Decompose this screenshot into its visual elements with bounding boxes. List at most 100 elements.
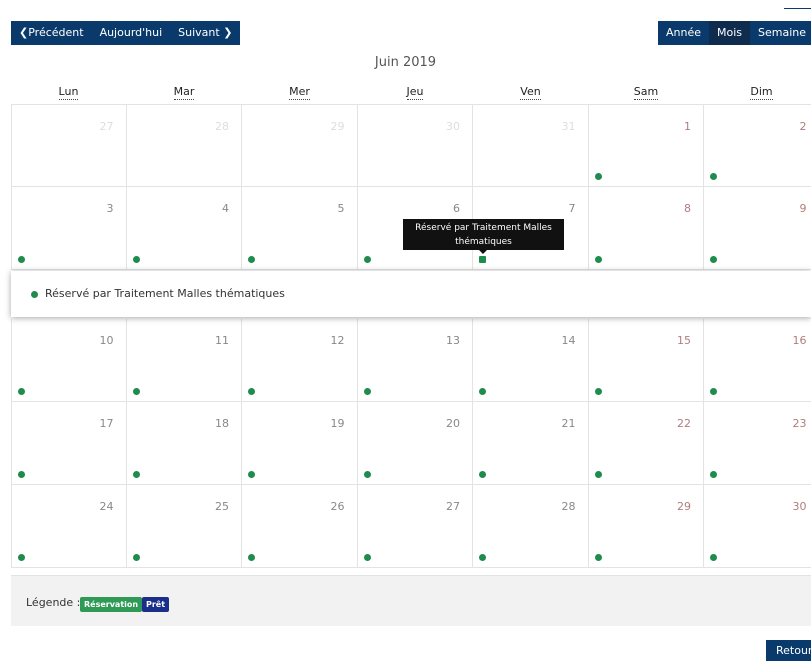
event-dot[interactable] xyxy=(132,471,140,478)
day-cell[interactable]: 30 xyxy=(357,104,473,187)
event-tooltip: Réservé par Traitement Malles thématique… xyxy=(403,219,564,254)
prev-button[interactable]: ❮Précédent xyxy=(11,21,92,45)
day-number: 23 xyxy=(792,417,807,430)
day-number: 3 xyxy=(106,202,114,215)
day-cell[interactable]: 30 xyxy=(704,485,811,568)
day-cell[interactable]: 14 xyxy=(473,319,589,402)
day-cell[interactable]: 28 xyxy=(126,104,242,187)
day-number: 30 xyxy=(446,120,460,133)
next-button[interactable]: Suivant ❯ xyxy=(170,21,240,45)
event-dot[interactable] xyxy=(132,554,140,561)
day-cell[interactable]: 12 xyxy=(242,319,358,402)
event-dot[interactable] xyxy=(710,256,717,263)
day-number: 14 xyxy=(561,334,576,347)
day-cell[interactable]: 28 xyxy=(473,485,589,568)
day-number: 7 xyxy=(568,202,576,215)
day-cell[interactable]: 25 xyxy=(126,485,242,568)
event-dot[interactable] xyxy=(594,388,602,395)
day-number: 5 xyxy=(337,202,345,215)
day-cell[interactable]: 29 xyxy=(588,485,704,568)
day-number: 22 xyxy=(677,417,691,430)
event-dot[interactable] xyxy=(479,256,486,263)
day-cell[interactable]: 27 xyxy=(11,104,127,187)
day-cell[interactable]: 19 xyxy=(242,402,358,485)
event-dot[interactable] xyxy=(363,256,371,263)
retour-button[interactable]: Retour xyxy=(766,640,811,661)
weekday-mer: Mer xyxy=(242,85,357,100)
day-cell[interactable]: 23 xyxy=(704,402,811,485)
event-dot[interactable] xyxy=(594,554,602,561)
day-cell[interactable]: 31 xyxy=(473,104,589,187)
event-dot[interactable] xyxy=(363,554,371,561)
month-view-button[interactable]: Mois xyxy=(709,21,751,45)
event-dot[interactable] xyxy=(18,554,25,561)
day-number: 15 xyxy=(677,334,691,347)
weekday-mar: Mar xyxy=(127,85,242,100)
day-cell[interactable]: 24 xyxy=(11,485,127,568)
day-number: 17 xyxy=(99,417,114,430)
event-dot[interactable] xyxy=(248,388,255,395)
weekday-label: Ven xyxy=(520,85,541,100)
day-cell[interactable]: 1 xyxy=(588,104,704,187)
day-cell[interactable]: 18 xyxy=(126,402,242,485)
event-dot[interactable] xyxy=(710,173,717,180)
day-cell[interactable]: 5 xyxy=(242,187,358,270)
day-cell[interactable]: 10 xyxy=(11,319,127,402)
event-dot[interactable] xyxy=(18,471,25,478)
event-dot[interactable] xyxy=(132,256,140,263)
event-dot xyxy=(31,291,38,298)
day-cell[interactable]: 4 xyxy=(126,187,242,270)
day-cell[interactable]: 9 xyxy=(704,187,811,270)
event-dot[interactable] xyxy=(479,388,486,395)
weekday-label: Mar xyxy=(173,85,195,100)
event-dot[interactable] xyxy=(363,388,371,395)
day-number: 20 xyxy=(446,417,460,430)
event-dot[interactable] xyxy=(479,471,486,478)
year-view-button[interactable]: Année xyxy=(658,21,709,45)
day-cell[interactable]: 17 xyxy=(11,402,127,485)
event-dot[interactable] xyxy=(248,554,255,561)
day-cell[interactable]: 27 xyxy=(357,485,473,568)
weekday-label: Mer xyxy=(289,85,310,100)
weekday-jeu: Jeu xyxy=(358,85,473,100)
day-cell[interactable]: 8 xyxy=(588,187,704,270)
day-cell[interactable]: 20 xyxy=(357,402,473,485)
view-button-group: Année Mois Semaine xyxy=(658,21,811,45)
day-number: 13 xyxy=(446,334,460,347)
day-number: 28 xyxy=(561,500,576,513)
today-button[interactable]: Aujourd'hui xyxy=(92,21,171,45)
tooltip-line-2: thématiques xyxy=(455,237,512,247)
event-dot[interactable] xyxy=(479,554,486,561)
day-number: 27 xyxy=(99,120,114,133)
event-dot[interactable] xyxy=(594,173,602,180)
event-dot[interactable] xyxy=(710,554,717,561)
day-cell[interactable]: 29 xyxy=(242,104,358,187)
legend-pret-badge: Prêt xyxy=(142,597,170,612)
day-cell[interactable]: 22 xyxy=(588,402,704,485)
day-cell[interactable]: 26 xyxy=(242,485,358,568)
day-cell[interactable]: 13 xyxy=(357,319,473,402)
day-cell[interactable]: 15 xyxy=(588,319,704,402)
event-dot[interactable] xyxy=(594,471,602,478)
event-dot[interactable] xyxy=(710,471,717,478)
day-cell[interactable]: 2 xyxy=(704,104,811,187)
day-number: 29 xyxy=(677,500,691,513)
event-dot[interactable] xyxy=(710,388,717,395)
day-cell[interactable]: 16 xyxy=(704,319,811,402)
day-cell[interactable]: 3 xyxy=(11,187,127,270)
event-dot[interactable] xyxy=(363,471,371,478)
event-dot[interactable] xyxy=(132,388,140,395)
day-cell[interactable]: 11 xyxy=(126,319,242,402)
event-dot[interactable] xyxy=(248,256,255,263)
day-number: 24 xyxy=(99,500,114,513)
tooltip-arrow xyxy=(479,250,487,254)
week-view-button[interactable]: Semaine xyxy=(750,21,811,45)
event-dot[interactable] xyxy=(594,256,602,263)
day-cell[interactable]: 21 xyxy=(473,402,589,485)
event-dot[interactable] xyxy=(18,388,25,395)
event-dot[interactable] xyxy=(248,471,255,478)
day-number: 19 xyxy=(330,417,345,430)
event-dot[interactable] xyxy=(18,256,25,263)
event-detail-text[interactable]: Réservé par Traitement Malles thématique… xyxy=(45,287,285,300)
event-detail-panel: Réservé par Traitement Malles thématique… xyxy=(11,271,811,317)
